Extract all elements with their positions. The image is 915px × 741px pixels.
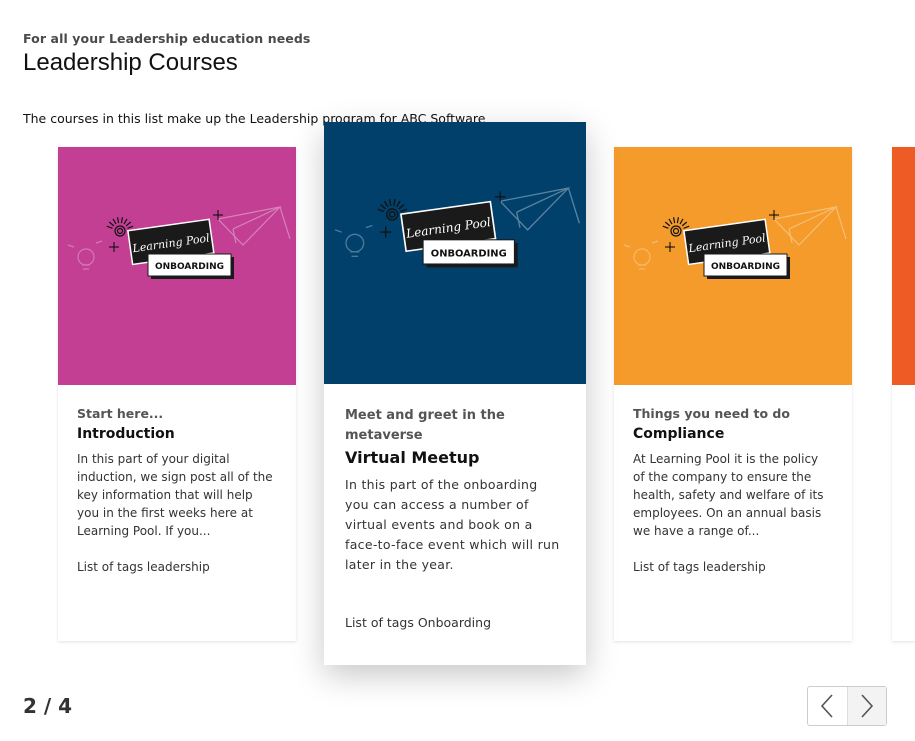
learning-pool-onboarding-illustration: Learning PoolONBOARDING — [623, 206, 847, 279]
next-button[interactable] — [846, 687, 886, 725]
course-card-virtual-meetup[interactable]: Learning Pool ONBOARDING Meet and greet i… — [324, 122, 586, 665]
course-card-image: Learning Pool ONBOARDING — [58, 147, 296, 385]
course-card-compliance[interactable]: Learning Pool ONBOARDING Things you need … — [614, 147, 852, 641]
course-list-eyebrow: For all your Leadership education needs — [23, 31, 311, 46]
learning-pool-onboarding-illustration: Learning PoolONBOARDING — [334, 187, 581, 268]
course-card-description: In this part of the onboarding you can a… — [345, 477, 560, 572]
course-card-tags: List of tags Onboarding — [345, 615, 492, 630]
learning-pool-onboarding-illustration: Learning PoolONBOARDING — [67, 206, 291, 279]
light-bulb-icon — [623, 240, 659, 270]
course-card-title: Virtual Meetup — [345, 448, 480, 467]
course-card-description: At Learning Pool it is the policy of the… — [633, 452, 824, 538]
course-card-title: Compliance — [633, 426, 725, 442]
onboarding-badge: ONBOARDING — [422, 239, 518, 268]
course-card-subtitle: Meet and greet in the metaverse — [345, 408, 505, 443]
chevron-right-icon — [861, 694, 873, 718]
onboarding-badge: ONBOARDING — [147, 253, 234, 279]
course-card-image: Learning Pool ONBOARDING — [324, 122, 586, 384]
light-bulb-icon — [334, 224, 373, 257]
course-card-introduction[interactable]: Learning Pool ONBOARDING Start here... In… — [58, 147, 296, 641]
chevron-left-icon — [821, 694, 833, 718]
paper-plane-icon — [216, 206, 291, 246]
carousel-navigation — [807, 686, 887, 726]
star-icon — [109, 242, 119, 252]
svg-text:ONBOARDING: ONBOARDING — [431, 248, 507, 259]
course-card-tags: List of tags leadership — [633, 560, 766, 574]
course-card-title: Introduction — [77, 426, 175, 442]
svg-text:ONBOARDING: ONBOARDING — [155, 262, 224, 272]
paper-plane-icon — [498, 187, 581, 231]
svg-text:ONBOARDING: ONBOARDING — [711, 262, 780, 272]
star-icon — [380, 226, 392, 238]
course-card-tags: List of tags leadership — [77, 560, 210, 574]
course-card-image: Learning Pool ONBOARDING — [614, 147, 852, 385]
course-card-description: In this part of your digital induction, … — [77, 452, 273, 538]
star-icon — [665, 242, 675, 252]
page-title: Leadership Courses — [23, 49, 238, 76]
previous-button[interactable] — [808, 687, 847, 725]
course-card-subtitle: Start here... — [77, 406, 164, 421]
course-card-next-partial[interactable] — [892, 147, 915, 641]
course-card-image — [892, 147, 915, 385]
onboarding-badge: ONBOARDING — [703, 253, 790, 279]
course-card-subtitle: Things you need to do — [633, 406, 790, 421]
paper-plane-icon — [772, 206, 847, 246]
light-bulb-icon — [67, 240, 103, 270]
pagination-indicator: 2 / 4 — [23, 694, 73, 718]
